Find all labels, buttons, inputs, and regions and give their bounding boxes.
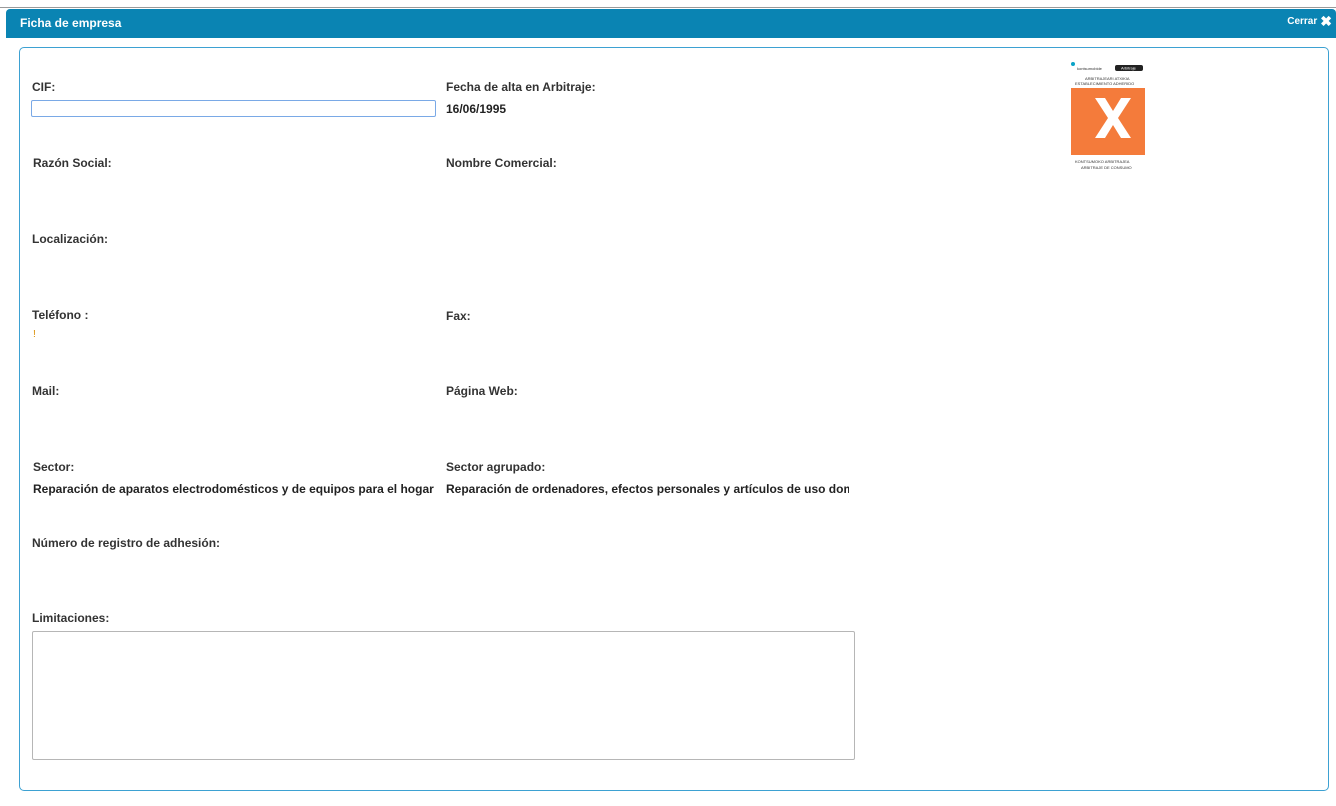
cif-input[interactable] [31,100,436,117]
mail-label: Mail: [32,384,60,398]
window-title: Ficha de empresa [20,16,122,30]
telefono-value: ! [33,329,36,340]
close-label: Cerrar [1287,15,1318,27]
close-button[interactable]: Cerrar ✖ [1287,13,1332,29]
numero-registro-label: Número de registro de adhesión: [32,536,221,550]
cif-label: CIF: [32,80,56,94]
logo-line4: ARBITRAJE DE CONSUMO [1081,165,1132,170]
pagina-web-label: Página Web: [446,384,518,398]
localizacion-label: Localización: [32,232,109,246]
telefono-label: Teléfono : [32,308,89,322]
close-x-icon: ✖ [1320,13,1332,29]
sector-label: Sector: [33,460,75,474]
sector-value: Reparación de aparatos electrodomésticos… [33,482,436,496]
fecha-alta-label: Fecha de alta en Arbitraje: [446,80,596,94]
logo-top-left-text: kontsumobide [1077,66,1103,71]
razon-social-label: Razón Social: [33,156,112,170]
sector-agrupado-label: Sector agrupado: [446,460,546,474]
fecha-alta-value: 16/06/1995 [446,102,507,116]
logo-top-right-text: Arbitraje [1121,66,1137,71]
top-border-line [0,0,1336,8]
logo-dot-icon [1071,62,1075,66]
nombre-comercial-label: Nombre Comercial: [446,156,557,170]
logo-line2: ESTABLECIMIENTO ADHERIDO [1075,81,1134,86]
limitaciones-textarea[interactable] [32,631,855,760]
limitaciones-label: Limitaciones: [32,611,110,625]
logo-line3: KONTSUMOKO ARBITRAJEA [1075,159,1130,164]
sector-agrupado-value: Reparación de ordenadores, efectos perso… [446,482,849,496]
fax-label: Fax: [446,309,471,323]
arbitration-logo: kontsumobide Arbitraje ARBITRAJEARI ATXI… [1069,60,1147,172]
window-title-bar: Ficha de empresa Cerrar ✖ [6,9,1336,38]
